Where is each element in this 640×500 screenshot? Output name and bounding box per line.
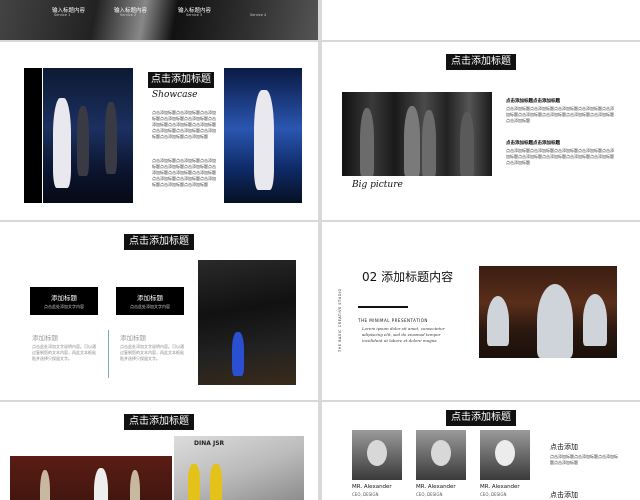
model-figure <box>105 102 117 174</box>
gown <box>537 284 573 358</box>
banner-text: DINA JSR <box>194 440 225 447</box>
team-role-3: CEO, DESIGN <box>480 492 507 497</box>
vertical-caption: THE BASIC CREATIVE STUDIO <box>338 288 342 352</box>
model-figure <box>53 98 71 188</box>
face <box>367 440 387 466</box>
feature-card-1: 添加标题 点击此处添加文字内容 <box>30 287 98 315</box>
card-body: 点击此处添加文字说明内容。可以通过复制您的文本内容，再此文本框粘贴并选择只保留文… <box>32 344 96 361</box>
card-body: 点击此处添加文字说明内容。可以通过复制您的文本内容，再此文本框粘贴并选择只保留文… <box>120 344 184 361</box>
card-heading: 添加标题 <box>51 294 77 302</box>
face <box>431 440 451 466</box>
black-accent-bar <box>24 68 42 203</box>
mannequin <box>422 110 436 176</box>
fashion-photo-banner <box>0 0 318 40</box>
body-text-2: 点击添加标题点击添加标题点击添加标题点击添加标题点击添加标题点击添加标题点击添加… <box>152 158 216 187</box>
model-figure <box>188 464 200 500</box>
team-role-2: CEO, DESIGN <box>416 492 443 497</box>
lorem-text: Lorem ipsum dolor sit amet, consectetur … <box>362 326 445 343</box>
divider <box>108 330 109 378</box>
mannequin <box>40 470 50 500</box>
slide1-sub-3: Service 3 <box>186 13 203 17</box>
runway-photo: DINA JSR <box>174 436 304 500</box>
model-figure <box>77 106 89 176</box>
card-heading: 添加标题 <box>137 294 163 302</box>
minimal-label: THE MINIMAL PRESENTATION <box>358 318 428 323</box>
slide1-sub-1: Service 1 <box>54 13 71 17</box>
section-text-1: 点击添加标题点击添加标题点击添加标题点击添加标题点击添加标题点击添加标题点击添加… <box>506 106 614 123</box>
slide-subtitle: Showcase <box>152 90 198 100</box>
card-desc: 点击此处添加文字内容 <box>130 304 170 309</box>
section-text-2: 点击添加标题点击添加标题点击添加标题点击添加标题点击添加标题点击添加标题点击添加… <box>506 148 614 165</box>
slide-thumbnail-7[interactable]: 点击添加标题 DINA JSR <box>0 402 318 500</box>
side-heading: 点击添加 <box>550 443 578 451</box>
model-figure <box>254 90 274 190</box>
slide-thumbnail-5[interactable]: 点击添加标题 添加标题 点击此处添加文字内容 添加标题 点击此处添加文字说明内容… <box>0 222 318 400</box>
mannequin <box>130 470 140 500</box>
slide-thumbnail-3[interactable]: 点击添加标题 Showcase 点击添加标题点击添加标题点击添加标题点击添加标题… <box>0 42 318 220</box>
gown <box>487 296 509 346</box>
slide-thumbnail-6[interactable]: THE BASIC CREATIVE STUDIO 02 添加标题内容 THE … <box>322 222 640 400</box>
mannequin <box>404 106 420 176</box>
heading-rule <box>358 306 408 308</box>
feature-card-2: 添加标题 点击此处添加文字内容 <box>116 287 184 315</box>
mannequin <box>360 108 374 176</box>
slide1-sub-2: Service 2 <box>120 13 137 17</box>
body-text-1: 点击添加标题点击添加标题点击添加标题点击添加标题点击添加标题点击添加标题点击添加… <box>152 110 216 139</box>
model-figure <box>232 332 244 376</box>
slide-thumbnail-2[interactable] <box>322 0 640 40</box>
mannequin-photo <box>342 92 492 176</box>
face <box>495 440 515 466</box>
section-heading: 02 添加标题内容 <box>362 270 454 284</box>
slide-thumbnail-1[interactable]: 输入标题内容 输入标题内容 输入标题内容 Service 1 Service 2… <box>0 0 318 40</box>
stage-photo <box>198 260 296 385</box>
slide-thumbnail-4[interactable]: 点击添加标题 Big picture 点击添加标题点击添加标题 点击添加标题点击… <box>322 42 640 220</box>
card-desc: 点击此处添加文字内容 <box>44 304 84 309</box>
image-caption: Big picture <box>352 180 403 190</box>
section-heading-2: 点击添加标题点击添加标题 <box>506 141 560 146</box>
slide-title: 点击添加标题 <box>124 414 194 430</box>
runway-photo-right <box>224 68 302 203</box>
slide-title: 点击添加标题 <box>124 234 194 250</box>
team-role-1: CEO, DESIGN <box>352 492 379 497</box>
card-label: 添加标题 <box>32 334 58 342</box>
slide-title: 点击添加标题 <box>148 72 214 88</box>
side-text: 点击添加标题点击添加标题点击添加标题点击添加标题 <box>550 454 618 465</box>
slide1-sub-4: Service 4 <box>250 13 267 17</box>
team-name-1: MR. Alexander <box>352 484 392 490</box>
section-heading-1: 点击添加标题点击添加标题 <box>506 99 560 104</box>
mannequin <box>94 468 108 500</box>
slide-thumbnail-8[interactable]: 点击添加标题 MR. Alexander CEO, DESIGN MR. Ale… <box>322 402 640 500</box>
slide-title: 点击添加标题 <box>446 410 516 426</box>
gown <box>583 294 607 346</box>
slide-title: 点击添加标题 <box>446 54 516 70</box>
model-figure <box>210 464 222 500</box>
gown-exhibit-photo <box>479 266 617 358</box>
runway-photo-left <box>43 68 133 203</box>
team-portrait-1 <box>352 430 402 480</box>
team-name-3: MR. Alexander <box>480 484 520 490</box>
team-name-2: MR. Alexander <box>416 484 456 490</box>
card-label: 添加标题 <box>120 334 146 342</box>
mannequin <box>460 112 474 176</box>
side-heading-2: 点击添加 <box>550 491 578 499</box>
museum-photo <box>10 456 172 500</box>
team-portrait-3 <box>480 430 530 480</box>
team-portrait-2 <box>416 430 466 480</box>
